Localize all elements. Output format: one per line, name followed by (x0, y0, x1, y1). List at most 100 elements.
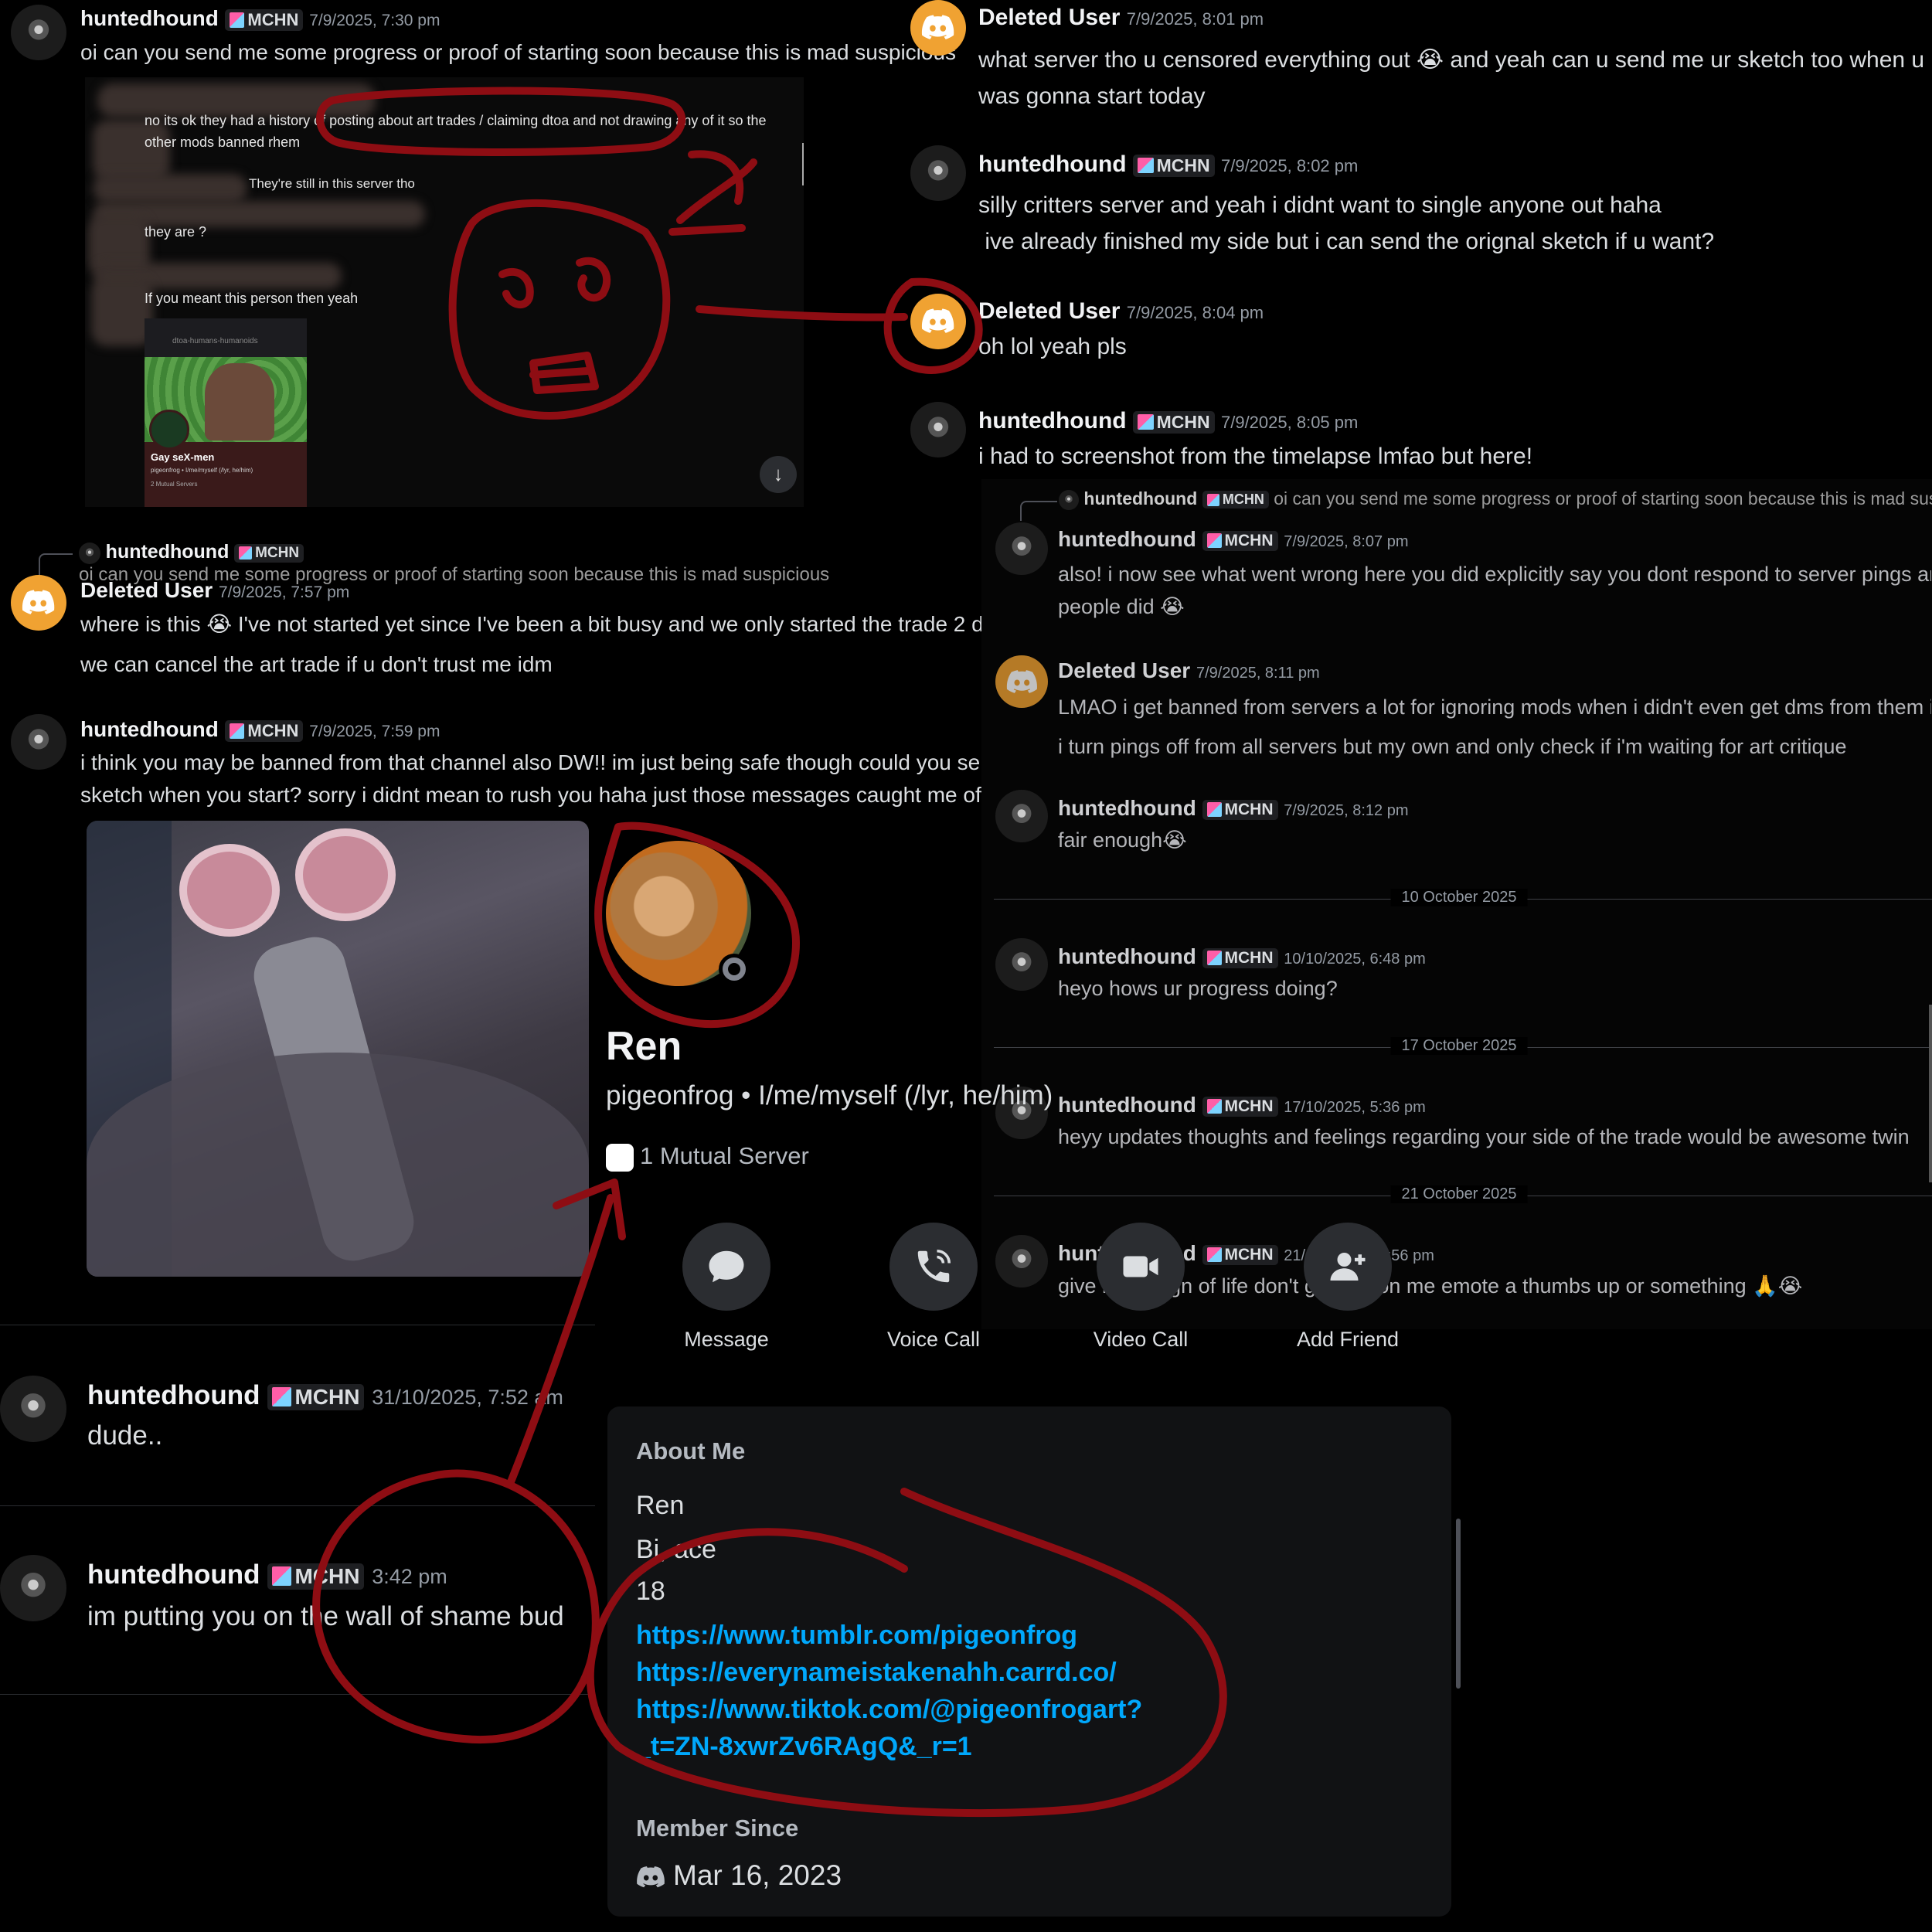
card-mutual: 2 Mutual Servers (151, 481, 198, 488)
message-button[interactable] (682, 1223, 770, 1311)
video-call-button[interactable] (1097, 1223, 1185, 1311)
embedded-screenshot[interactable]: no its ok they had a history of posting … (85, 77, 804, 507)
avatar[interactable] (0, 1555, 66, 1621)
timestamp: 7/9/2025, 8:04 pm (1126, 303, 1264, 322)
timestamp: 17/10/2025, 5:36 pm (1284, 1099, 1426, 1116)
avatar (1059, 489, 1079, 510)
message-header: huntedhound MCHN 3:42 pm (87, 1560, 447, 1590)
arrow-down-icon[interactable]: ↓ (760, 456, 797, 493)
message-header: huntedhound MCHN 31/10/2025, 7:52 am (87, 1380, 563, 1411)
server-icon (606, 1143, 634, 1172)
username[interactable]: huntedhound (978, 408, 1127, 434)
message-text: dude.. (87, 1420, 163, 1451)
video-call-button-label: Video Call (1093, 1328, 1189, 1351)
mutual-servers[interactable]: 1 Mutual Server (606, 1142, 809, 1172)
add-friend-button-label: Add Friend (1296, 1328, 1400, 1351)
message-text: what server tho u censored everything ou… (978, 47, 1929, 109)
tiktok-link[interactable]: https://www.tiktok.com/@pigeonfrogart? (636, 1691, 1142, 1728)
gif-image[interactable] (87, 821, 589, 1277)
voice-call-button[interactable] (889, 1223, 978, 1311)
username[interactable]: huntedhound (80, 6, 219, 30)
username[interactable]: huntedhound (1058, 527, 1196, 551)
message-text: we can cancel the art trade if u don't t… (80, 652, 553, 676)
message-button-label: Message (684, 1328, 769, 1351)
timestamp: 7/9/2025, 8:12 pm (1284, 802, 1409, 819)
message-text: heyy updates thoughts and feelings regar… (1058, 1125, 1910, 1148)
censor-blur (93, 174, 247, 203)
embed-line: If you meant this person then yeah (145, 291, 359, 306)
profile-panel: Ren pigeonfrog • I/me/myself (/lyr, he/h… (587, 819, 1159, 1360)
discord-logo-icon (22, 590, 55, 615)
username[interactable]: huntedhound (87, 1380, 260, 1410)
reply-text: oi can you send me some progress or proo… (1274, 488, 1932, 509)
about-me-text: Ren Bi, ace 18 (636, 1491, 716, 1606)
date-divider-label: 10 October 2025 (1390, 889, 1528, 906)
role-tag: MCHN (234, 543, 304, 563)
username[interactable]: huntedhound (1058, 796, 1196, 820)
role-tag-label: MCHN (247, 9, 299, 29)
scrollbar[interactable] (1929, 1005, 1932, 1182)
date-divider-label: 21 October 2025 (1390, 1185, 1528, 1203)
reply-preview[interactable]: huntedhound MCHN oi can you send me some… (1059, 488, 1932, 510)
add-friend-button[interactable] (1304, 1223, 1392, 1311)
role-tag: MCHN (1202, 799, 1278, 820)
member-since-value: Mar 16, 2023 (636, 1859, 842, 1892)
timestamp: 7/9/2025, 8:05 pm (1220, 413, 1359, 432)
username[interactable]: Deleted User (1058, 658, 1190, 682)
date-divider-label: 17 October 2025 (1390, 1037, 1528, 1055)
about-me-links: https://www.tumblr.com/pigeonfrog https:… (636, 1617, 1142, 1765)
message-header: huntedhound MCHN 7/9/2025, 8:05 pm (978, 408, 1358, 434)
banner-art (205, 363, 274, 440)
member-since-heading: Member Since (636, 1815, 799, 1842)
message-text: where is this 😭 I've not started yet sin… (80, 612, 992, 636)
avatar[interactable] (910, 145, 966, 201)
divider (0, 1505, 595, 1506)
timestamp: 7/9/2025, 7:30 pm (309, 12, 440, 29)
add-friend-icon (1330, 1253, 1366, 1281)
avatar[interactable] (910, 294, 966, 349)
tumblr-link[interactable]: https://www.tumblr.com/pigeonfrog (636, 1617, 1142, 1654)
embed-line: they are ? (145, 224, 207, 240)
scrollbar[interactable] (1456, 1519, 1461, 1689)
message-header: huntedhound MCHN 7/9/2025, 7:59 pm (80, 717, 440, 742)
timestamp: 7/9/2025, 8:07 pm (1284, 533, 1409, 550)
username[interactable]: huntedhound (978, 151, 1127, 177)
message-header: Deleted User 7/9/2025, 7:57 pm (80, 578, 349, 603)
timestamp: 31/10/2025, 7:52 am (372, 1386, 563, 1409)
message-header: Deleted User 7/9/2025, 8:01 pm (978, 5, 1264, 31)
role-icon (229, 12, 245, 28)
mutual-servers-label: 1 Mutual Server (640, 1142, 809, 1169)
role-tag: MCHN (224, 9, 304, 31)
avatar[interactable] (995, 522, 1048, 575)
username[interactable]: huntedhound (80, 717, 219, 741)
username[interactable]: Deleted User (978, 5, 1120, 30)
timestamp: 10/10/2025, 6:48 pm (1284, 951, 1426, 968)
role-tag: MCHN (267, 1563, 365, 1590)
avatar[interactable] (0, 1376, 66, 1442)
avatar[interactable] (910, 402, 966, 457)
message-text: sketch when you start? sorry i didnt mea… (80, 783, 985, 807)
username[interactable]: Deleted User (978, 298, 1120, 324)
avatar[interactable] (11, 5, 66, 60)
carrd-link[interactable]: https://everynameistakenahh.carrd.co/ (636, 1654, 1142, 1691)
role-tag: MCHN (1202, 530, 1278, 551)
timestamp: 7/9/2025, 7:57 pm (218, 583, 350, 601)
avatar[interactable] (11, 714, 66, 770)
message-text: oh lol yeah pls (978, 334, 1127, 359)
divider (0, 1694, 595, 1695)
role-tag: MCHN (1132, 154, 1215, 177)
username[interactable]: huntedhound (87, 1560, 260, 1590)
role-tag: MCHN (1202, 491, 1269, 509)
avatar[interactable] (995, 655, 1048, 708)
tiktok-link-continued[interactable]: _t=ZN-8xwrZv6RAgQ&_r=1 (636, 1728, 1142, 1765)
discord-logo-icon (922, 15, 954, 40)
avatar[interactable] (910, 0, 966, 56)
timestamp: 7/9/2025, 7:59 pm (309, 723, 440, 740)
avatar[interactable] (11, 575, 66, 631)
username[interactable]: Deleted User (80, 578, 213, 602)
message-header: huntedhound MCHN 7/9/2025, 8:02 pm (978, 151, 1358, 178)
role-tag: MCHN (1132, 410, 1215, 434)
scrollbar[interactable] (802, 143, 804, 185)
chat-bubble-icon (709, 1250, 744, 1283)
card-name: Gay seX-men (151, 451, 215, 463)
